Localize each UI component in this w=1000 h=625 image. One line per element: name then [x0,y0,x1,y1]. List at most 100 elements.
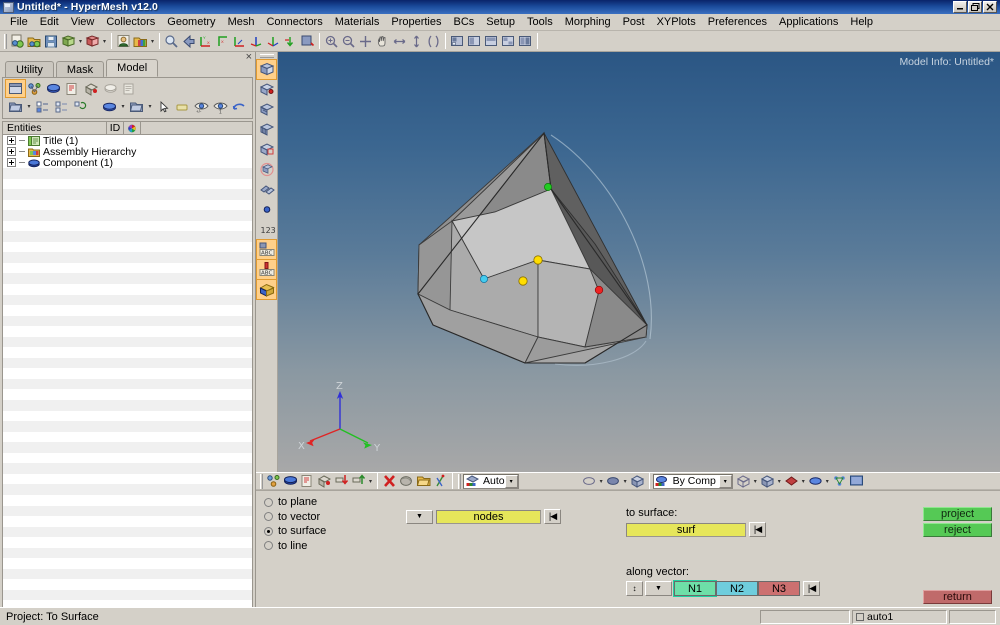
3d-viewport[interactable]: Model Info: Untitled* Z X Y [278,52,1000,472]
user-profile-icon[interactable] [115,33,132,50]
along-vector-spin-button[interactable]: ↕ [626,581,643,596]
arrow-horizontal-icon[interactable] [391,33,408,50]
menu-help[interactable]: Help [844,15,879,29]
tab-mask[interactable]: Mask [55,61,105,77]
circle-fit-icon[interactable] [425,33,442,50]
part-icon[interactable] [316,473,333,490]
circle-mesh-icon[interactable] [257,160,276,179]
export-dropdown-arrow[interactable]: ▾ [101,33,108,50]
find-icon[interactable] [415,473,432,490]
menu-edit[interactable]: Edit [34,15,65,29]
menu-view[interactable]: View [65,15,101,29]
component-icon[interactable] [282,473,299,490]
rotate-view-icon[interactable] [299,33,316,50]
shade-edges-icon[interactable] [629,473,646,490]
solid-shade-arrow[interactable]: ▾ [776,473,783,490]
tree-item-title[interactable]: Title (1) [3,135,252,147]
minimize-button[interactable] [953,1,967,13]
entity-type-dropdown[interactable]: ▼ [406,509,433,524]
display-icon[interactable] [848,473,865,490]
menu-materials[interactable]: Materials [329,15,386,29]
status-cell-auto[interactable]: auto1 [852,609,947,624]
expand-icon[interactable] [7,136,16,145]
project-button[interactable]: project [923,507,992,521]
new-model-icon[interactable] [9,33,26,50]
yz-view-icon[interactable]: X [214,33,231,50]
zoom-window-icon[interactable] [357,33,374,50]
organize-icon[interactable] [432,473,449,490]
mask-icon[interactable] [398,473,415,490]
panel-close-icon[interactable]: × [246,52,252,63]
close-button[interactable] [983,1,997,13]
collector-icon[interactable] [265,473,282,490]
delete-icon[interactable] [381,473,398,490]
show-hide-icon[interactable]: +/- [192,98,211,115]
along-vector-dropdown[interactable]: ▼ [645,581,672,596]
menu-post[interactable]: Post [617,15,651,29]
component-icon[interactable] [44,80,63,97]
radio-to-vector[interactable] [264,512,273,522]
surface-edit-icon[interactable] [256,279,277,300]
surface-icon[interactable] [807,473,824,490]
list-icon[interactable] [52,98,71,115]
node-n3-button[interactable]: N3 [758,581,800,596]
pan-icon[interactable] [374,33,391,50]
menu-xyplots[interactable]: XYPlots [651,15,702,29]
element-arrow[interactable]: ▾ [800,473,807,490]
include-icon[interactable] [63,80,82,97]
shade-icon[interactable] [605,473,622,490]
radio-row-to-line[interactable]: to line [264,539,326,554]
entities-col-id[interactable]: ID [107,122,124,134]
status-cell-right[interactable] [949,609,996,624]
menu-collectors[interactable]: Collectors [100,15,161,29]
menu-morphing[interactable]: Morphing [559,15,617,29]
geom-lines-icon[interactable] [257,100,276,119]
menu-preferences[interactable]: Preferences [702,15,773,29]
surface-arrow[interactable]: ▾ [824,473,831,490]
radio-row-to-plane[interactable]: to plane [264,495,326,510]
arrow-vertical-icon[interactable] [408,33,425,50]
solid-shade-icon[interactable] [759,473,776,490]
iso3-view-icon[interactable] [282,33,299,50]
model-tree[interactable]: Title (1) Assembly Hierarchy Component (… [2,135,253,608]
geom-surface-icon[interactable] [256,59,277,80]
save-model-icon[interactable] [43,33,60,50]
to-surface-field[interactable]: surf [626,522,746,537]
part-icon[interactable] [82,80,101,97]
tab-utility[interactable]: Utility [5,61,54,77]
entity-selector-field[interactable]: nodes [436,509,541,524]
toolbar-grip-1[interactable] [4,33,7,49]
export-up-icon[interactable] [350,473,367,490]
text-abc-icon[interactable]: ABC [256,239,277,260]
to-surface-reset-button[interactable]: |◀ [749,522,766,537]
save-layout-icon[interactable] [449,33,466,50]
menu-geometry[interactable]: Geometry [161,15,221,29]
color-collector-icon[interactable] [132,33,149,50]
checkbox-list-icon[interactable] [33,98,52,115]
node-n2-button[interactable]: N2 [716,581,758,596]
model-browser-icon[interactable] [5,79,26,98]
node-id-icon[interactable] [257,200,276,219]
wire-shade-icon[interactable] [581,473,598,490]
node-n1-button[interactable]: N1 [673,580,717,597]
menu-setup[interactable]: Setup [480,15,521,29]
window-4-icon[interactable] [517,33,534,50]
return-button[interactable]: return [923,590,992,604]
expand-icon[interactable] [7,158,16,167]
export-up-arrow[interactable]: ▾ [367,473,374,490]
restore-button[interactable] [968,1,982,13]
import-dropdown-arrow[interactable]: ▾ [77,33,84,50]
menu-properties[interactable]: Properties [385,15,447,29]
show-only-icon[interactable]: 1 [211,98,230,115]
pointer-icon[interactable] [154,98,173,115]
menu-connectors[interactable]: Connectors [260,15,328,29]
isolate-icon[interactable] [173,98,192,115]
mesh-2d-icon[interactable] [257,120,276,139]
tab-model[interactable]: Model [106,59,159,77]
iso2-view-icon[interactable] [265,33,282,50]
vtoolbar-grip[interactable] [259,54,274,58]
radio-to-plane[interactable] [264,497,273,507]
zoom-fit-icon[interactable] [163,33,180,50]
export-icon[interactable] [84,33,101,50]
folder-display-icon[interactable] [127,98,146,115]
